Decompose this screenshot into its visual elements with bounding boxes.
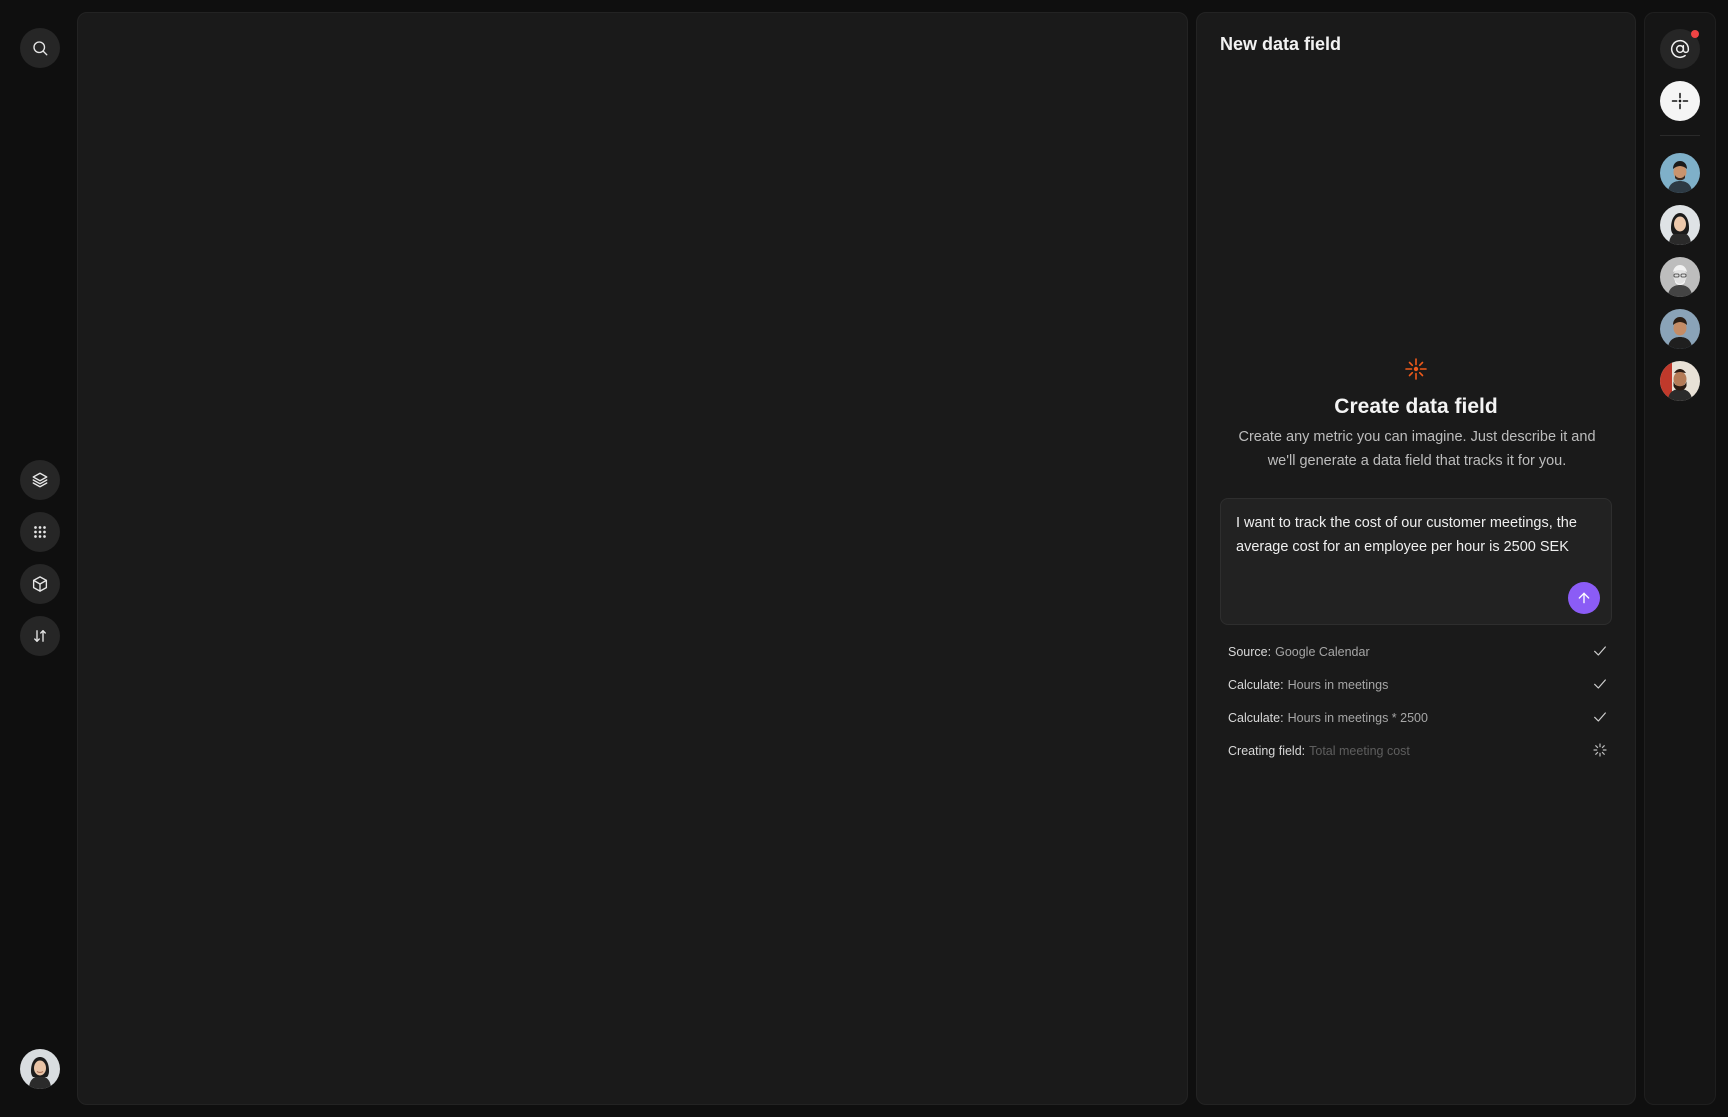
step-label: Calculate: — [1228, 677, 1284, 692]
app-root: New data field Create data field Create … — [0, 0, 1728, 1117]
step-value: Hours in meetings * 2500 — [1287, 710, 1428, 725]
check-icon — [1592, 676, 1608, 692]
sparkle-icon — [1671, 92, 1689, 110]
step-item: Creating field: Total meeting cost — [1228, 734, 1608, 767]
loading-spinner-icon — [1592, 742, 1608, 758]
avatar-image — [1660, 205, 1700, 245]
notification-dot — [1691, 30, 1699, 38]
cube-icon — [32, 576, 48, 592]
sort-button[interactable] — [20, 616, 60, 656]
step-item: Calculate: Hours in meetings — [1228, 668, 1608, 701]
new-data-field-panel: New data field Create data field Create … — [1196, 12, 1636, 1105]
avatar-image — [1660, 257, 1700, 297]
at-sign-icon — [1670, 39, 1690, 59]
objects-button[interactable] — [20, 564, 60, 604]
generation-steps: Source: Google Calendar Calculate: Hours… — [1228, 635, 1608, 767]
layers-icon — [32, 472, 48, 488]
step-label: Calculate: — [1228, 710, 1284, 725]
collaborator-avatar[interactable] — [1660, 205, 1700, 245]
avatar-image — [1660, 309, 1700, 349]
collaborator-avatar[interactable] — [1660, 153, 1700, 193]
layers-button[interactable] — [20, 460, 60, 500]
sort-icon — [34, 630, 46, 642]
step-item: Calculate: Hours in meetings * 2500 — [1228, 701, 1608, 734]
empty-state-title: Create data field — [1334, 395, 1498, 418]
apps-button[interactable] — [20, 512, 60, 552]
step-item: Source: Google Calendar — [1228, 635, 1608, 668]
search-icon — [33, 41, 48, 56]
divider — [1660, 135, 1700, 136]
ai-assistant-button[interactable] — [1660, 81, 1700, 121]
empty-state-description: Create any metric you can imagine. Just … — [1238, 429, 1596, 469]
right-rail — [1644, 12, 1716, 1105]
collaborator-avatar[interactable] — [1660, 361, 1700, 401]
send-button[interactable] — [1568, 582, 1600, 614]
avatar-image — [1660, 153, 1700, 193]
main-canvas — [77, 12, 1188, 1105]
step-value: Hours in meetings — [1287, 677, 1389, 692]
left-rail — [0, 0, 78, 1117]
user-avatar-image — [20, 1049, 60, 1089]
panel-title: New data field — [1220, 34, 1342, 54]
grid-icon — [34, 526, 46, 538]
check-icon — [1592, 643, 1608, 659]
avatar-image — [1660, 361, 1700, 401]
mentions-button[interactable] — [1660, 29, 1700, 69]
step-value: Google Calendar — [1275, 644, 1370, 659]
current-user-avatar[interactable] — [20, 1049, 60, 1089]
collaborator-avatar[interactable] — [1660, 257, 1700, 297]
step-value: Total meeting cost — [1309, 743, 1410, 758]
arrow-up-icon — [1578, 592, 1590, 604]
step-label: Creating field: — [1228, 743, 1306, 758]
check-icon — [1592, 709, 1608, 725]
prompt-input-text[interactable]: I want to track the cost of our customer… — [1236, 511, 1596, 559]
collaborator-avatar[interactable] — [1660, 309, 1700, 349]
step-label: Source: — [1228, 644, 1272, 659]
search-button[interactable] — [20, 28, 60, 68]
sparkle-icon — [1404, 357, 1428, 381]
prompt-input[interactable]: I want to track the cost of our customer… — [1220, 498, 1612, 625]
